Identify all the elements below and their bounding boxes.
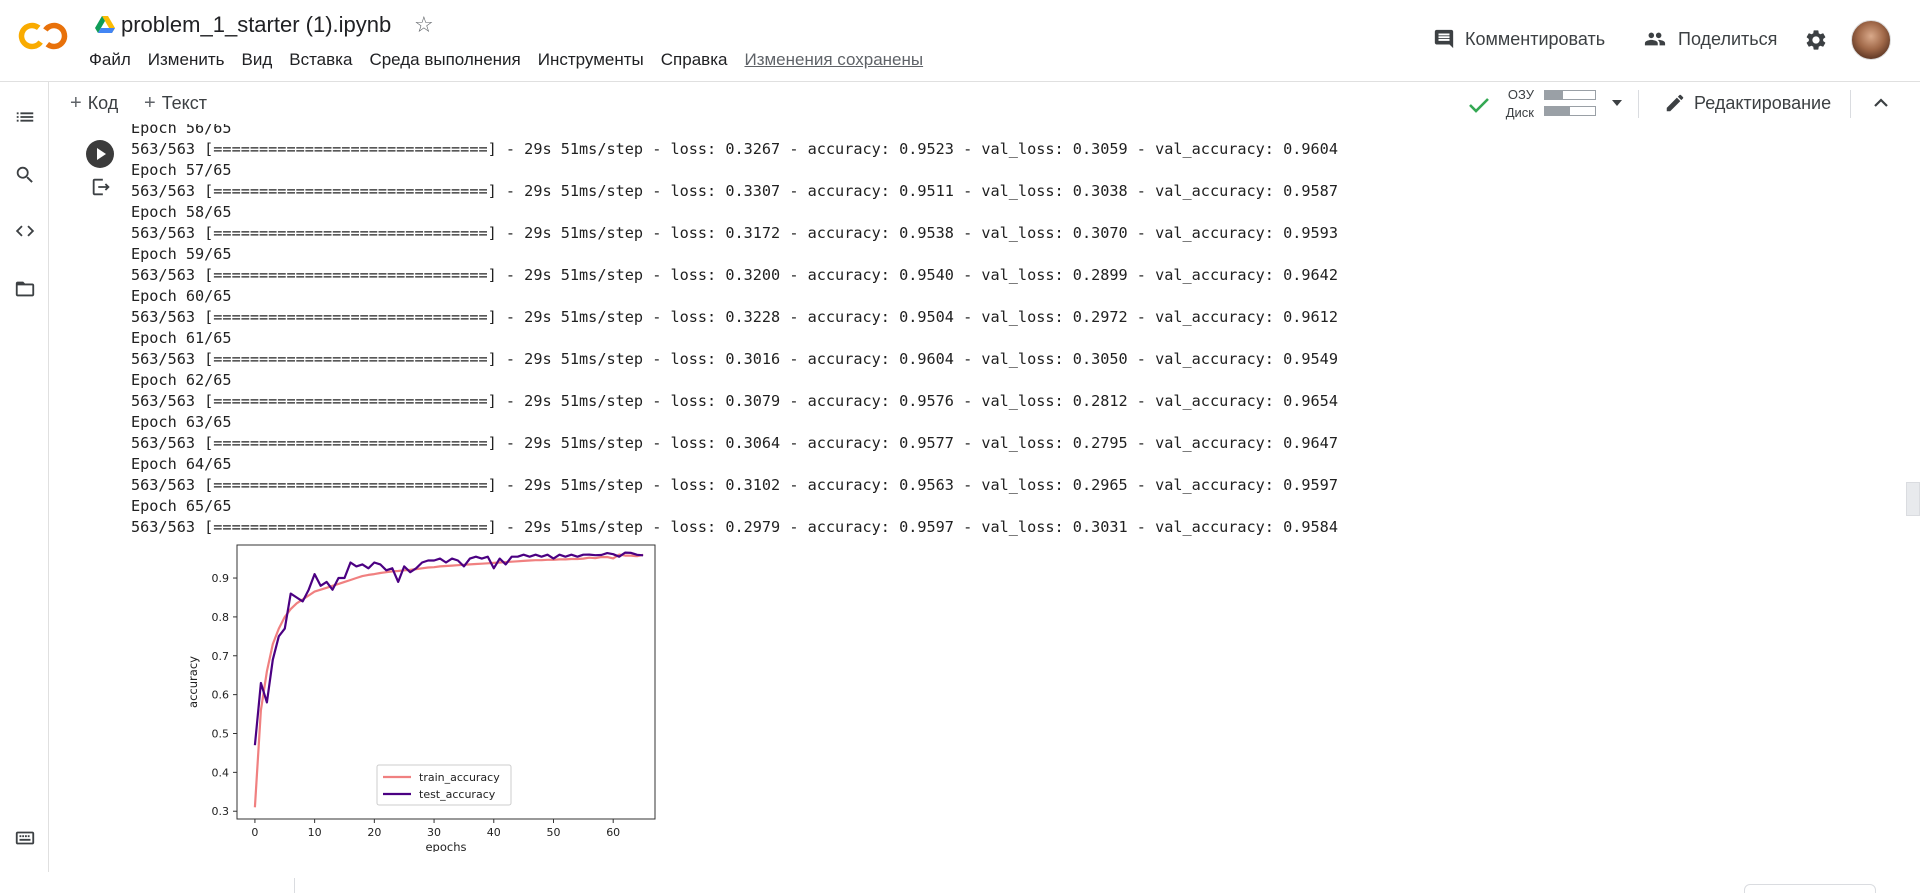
- disk-usage-bar[interactable]: [1544, 106, 1596, 116]
- share-button[interactable]: Поделиться: [1642, 28, 1777, 50]
- progress-line: 563/563 [==============================]…: [131, 224, 1338, 242]
- y-tick-label: 0.9: [212, 572, 230, 585]
- resource-labels[interactable]: ОЗУ Диск: [1496, 86, 1534, 122]
- chart-legend: train_accuracy test_accuracy: [376, 764, 512, 806]
- add-code-button[interactable]: + Код: [70, 92, 118, 115]
- toolbar-divider: [1638, 90, 1639, 118]
- comment-label: Комментировать: [1465, 28, 1606, 49]
- progress-line: 563/563 [==============================]…: [131, 476, 1338, 494]
- y-axis-label: accuracy: [186, 656, 200, 708]
- y-tick-label: 0.7: [212, 650, 230, 663]
- x-tick-label: 50: [546, 826, 560, 839]
- chevron-up-icon[interactable]: [1872, 94, 1890, 112]
- x-tick-label: 60: [606, 826, 620, 839]
- menu-help[interactable]: Справка: [661, 50, 728, 70]
- y-tick-label: 0.8: [212, 611, 230, 624]
- cell-output-area: Epoch 56/65 563/563 [====================…: [50, 124, 1910, 872]
- table-of-contents-icon[interactable]: [14, 106, 36, 128]
- menu-view[interactable]: Вид: [241, 50, 272, 70]
- star-icon[interactable]: ☆: [414, 12, 434, 38]
- menu-runtime[interactable]: Среда выполнения: [369, 50, 520, 70]
- toolbar-divider: [1850, 90, 1851, 118]
- notebook-title[interactable]: problem_1_starter (1).ipynb: [121, 12, 391, 38]
- left-rail: [0, 82, 49, 872]
- add-code-label: Код: [87, 93, 119, 113]
- editing-label: Редактирование: [1694, 92, 1832, 113]
- y-tick-label: 0.5: [212, 727, 230, 740]
- x-axis-label: epochs: [425, 840, 466, 852]
- folder-icon[interactable]: [14, 278, 36, 300]
- add-text-button[interactable]: + Текст: [144, 92, 207, 115]
- connected-check-icon: [1469, 98, 1489, 113]
- epoch-line: Epoch 61/65: [131, 329, 232, 347]
- code-snippets-icon[interactable]: [14, 220, 36, 242]
- panel-divider: [294, 878, 295, 893]
- epoch-line: Epoch 60/65: [131, 287, 232, 305]
- disk-label: Диск: [1505, 105, 1534, 120]
- editing-mode-button[interactable]: Редактирование: [1664, 92, 1831, 114]
- progress-line: 563/563 [==============================]…: [131, 308, 1338, 326]
- progress-line: 563/563 [==============================]…: [131, 182, 1338, 200]
- legend-label: test_accuracy: [419, 788, 496, 801]
- x-tick-label: 0: [251, 826, 258, 839]
- people-icon: [1644, 32, 1666, 46]
- plus-icon: +: [70, 92, 82, 114]
- epoch-line: Epoch 62/65: [131, 371, 232, 389]
- epoch-line: Epoch 65/65: [131, 497, 232, 515]
- epoch-line: Epoch 64/65: [131, 455, 232, 473]
- menu-file[interactable]: Файл: [89, 50, 131, 70]
- epoch-line: Epoch 56/65: [131, 124, 232, 137]
- y-tick-label: 0.3: [212, 805, 230, 818]
- notebook-toolbar: + Код + Текст ОЗУ Диск Редактирование: [50, 82, 1920, 124]
- menu-insert[interactable]: Вставка: [289, 50, 352, 70]
- ram-usage-bar[interactable]: [1544, 90, 1596, 100]
- menu-bar: Файл Изменить Вид Вставка Среда выполнен…: [89, 50, 923, 70]
- gear-icon[interactable]: [1804, 28, 1828, 52]
- plus-icon: +: [144, 92, 156, 114]
- add-text-label: Текст: [161, 93, 208, 113]
- progress-line: 563/563 [==============================]…: [131, 518, 1338, 536]
- run-cell-button[interactable]: [86, 140, 114, 168]
- y-tick-label: 0.6: [212, 689, 230, 702]
- bottom-status-widget[interactable]: [1744, 884, 1876, 893]
- progress-line: 563/563 [==============================]…: [131, 350, 1338, 368]
- x-tick-label: 20: [367, 826, 381, 839]
- comment-button[interactable]: Комментировать: [1433, 28, 1605, 50]
- epoch-line: Epoch 63/65: [131, 413, 232, 431]
- menu-edit[interactable]: Изменить: [148, 50, 225, 70]
- progress-line: 563/563 [==============================]…: [131, 434, 1338, 452]
- accuracy-chart: 0 10 20 30 40 50 60 0.3 0.4 0.5 0.6 0.7 0.8 0.9 epochs…: [186, 544, 656, 852]
- header: problem_1_starter (1).ipynb ☆ Файл Измен…: [0, 0, 1920, 82]
- x-tick-label: 10: [308, 826, 322, 839]
- epoch-line: Epoch 58/65: [131, 203, 232, 221]
- x-tick-label: 30: [427, 826, 441, 839]
- share-label: Поделиться: [1678, 28, 1778, 49]
- epoch-line: Epoch 57/65: [131, 161, 232, 179]
- comment-icon: [1434, 29, 1454, 49]
- progress-line: 563/563 [==============================]…: [131, 140, 1338, 158]
- menu-tools[interactable]: Инструменты: [538, 50, 644, 70]
- terminal-icon[interactable]: [14, 827, 36, 849]
- legend-label: train_accuracy: [419, 771, 500, 784]
- search-icon[interactable]: [14, 164, 36, 186]
- colab-logo-icon[interactable]: [18, 20, 70, 52]
- epoch-line: Epoch 59/65: [131, 245, 232, 263]
- y-tick-label: 0.4: [212, 766, 230, 779]
- user-avatar[interactable]: [1851, 20, 1891, 60]
- ram-label: ОЗУ: [1507, 87, 1534, 102]
- training-log: Epoch 56/65 563/563 [====================…: [131, 124, 1338, 538]
- output-actions-icon[interactable]: [90, 176, 112, 198]
- progress-line: 563/563 [==============================]…: [131, 266, 1338, 284]
- pencil-icon: [1666, 94, 1684, 112]
- google-drive-icon: [95, 16, 115, 33]
- chevron-down-icon[interactable]: [1610, 96, 1624, 110]
- disk-usage-fill: [1545, 107, 1570, 115]
- saved-status-link[interactable]: Изменения сохранены: [744, 50, 923, 70]
- ram-usage-fill: [1545, 91, 1563, 99]
- x-tick-label: 40: [487, 826, 501, 839]
- progress-line: 563/563 [==============================]…: [131, 392, 1338, 410]
- scrollbar-thumb[interactable]: [1906, 482, 1920, 516]
